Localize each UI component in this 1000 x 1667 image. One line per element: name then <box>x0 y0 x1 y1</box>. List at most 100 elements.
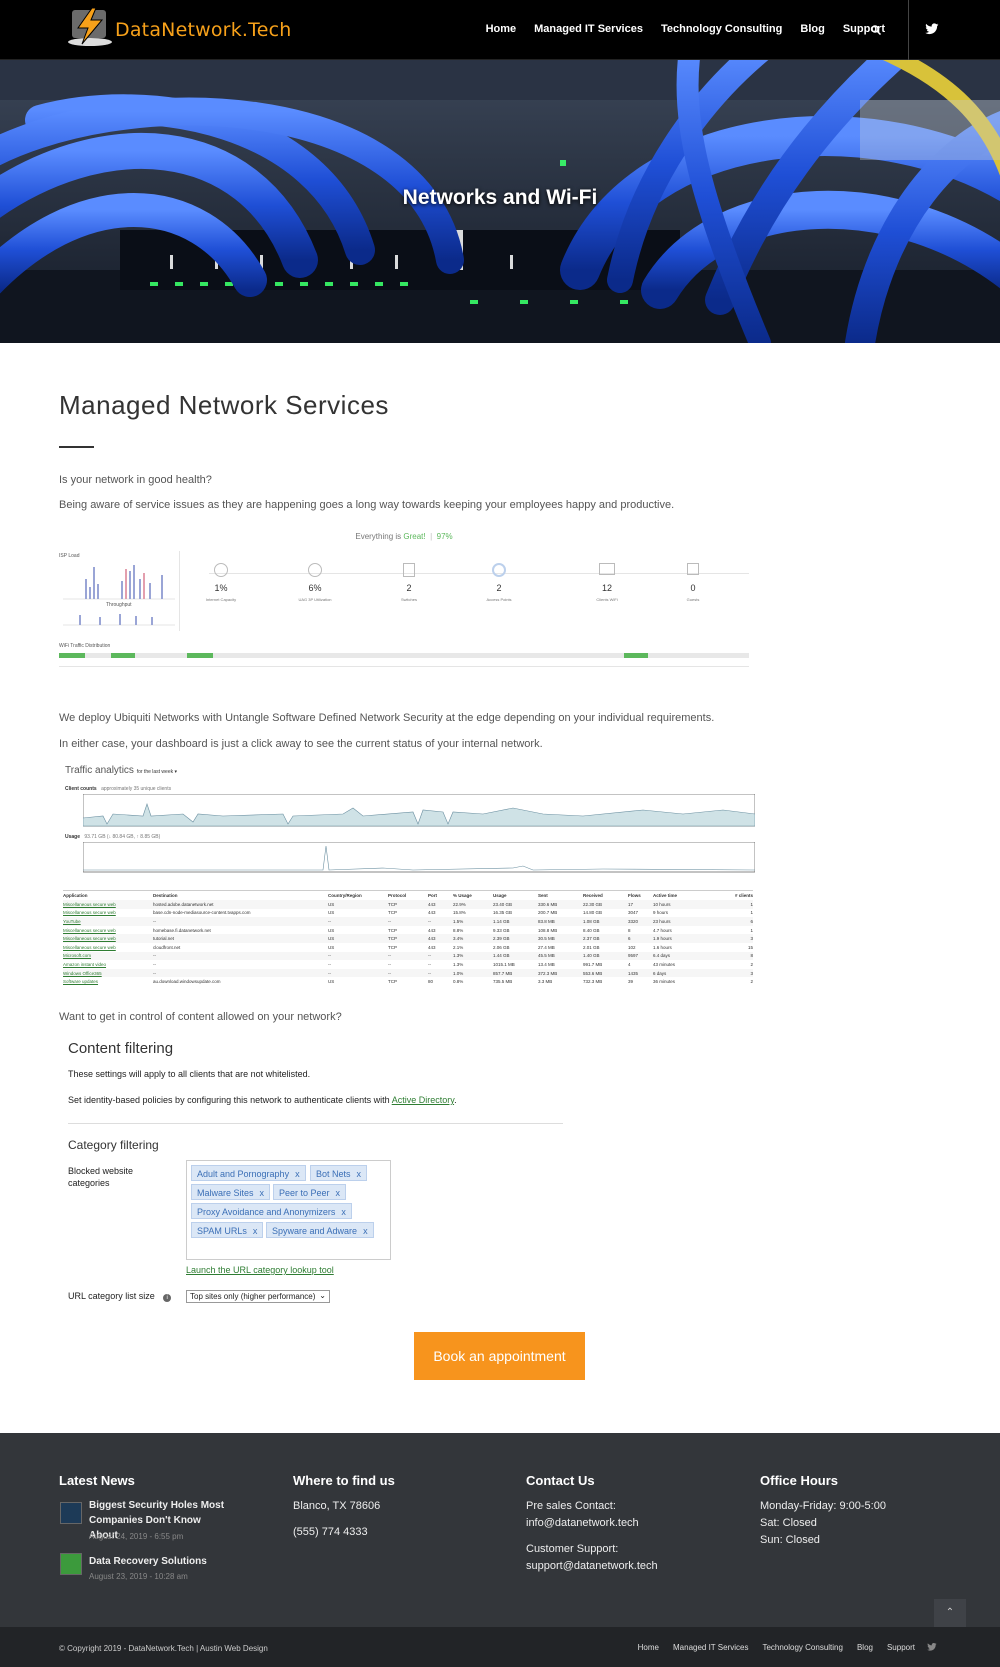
table-cell: 4.7 hours <box>653 927 672 933</box>
network-dashboard-screenshot: Everything is Great! | 97% ISP Load Thro… <box>59 525 749 680</box>
blocked-categories-label: Blocked website categories <box>68 1166 134 1188</box>
footer-nav-blog[interactable]: Blog <box>857 1643 873 1652</box>
table-cell: -- <box>428 918 431 924</box>
column-header[interactable]: Active time <box>653 891 698 900</box>
book-appointment-button[interactable]: Book an appointment <box>414 1332 585 1380</box>
table-cell: -- <box>153 970 156 976</box>
usage-label: Usage 93.71 GB (↓ 80.84 GB, ↑ 8.85 GB) <box>65 834 161 840</box>
remove-tag-icon[interactable]: x <box>341 1207 346 1217</box>
table-cell: 443 <box>428 927 436 933</box>
stat-value: 6% <box>308 583 322 593</box>
table-cell: 330.6 MB <box>538 901 558 907</box>
news-thumbnail[interactable] <box>60 1553 82 1575</box>
table-cell: 1.9 hours <box>653 936 672 942</box>
table-cell: -- <box>428 970 431 976</box>
category-tag[interactable]: Peer to Peer x <box>273 1184 347 1200</box>
nav-home[interactable]: Home <box>486 23 517 35</box>
application-link[interactable]: YouTube <box>63 917 153 926</box>
table-cell: 30.5 MB <box>538 936 555 942</box>
remove-tag-icon[interactable]: x <box>260 1188 265 1198</box>
application-link[interactable]: Software updates <box>63 977 153 986</box>
dashboard-status: Everything is Great! | 97% <box>355 532 453 541</box>
column-header[interactable]: Destination <box>153 891 328 900</box>
footer-nav-home[interactable]: Home <box>638 1643 659 1652</box>
application-link[interactable]: Miscellaneous secure web <box>63 934 153 943</box>
column-header[interactable]: Received <box>583 891 628 900</box>
url-list-size-select[interactable]: Top sites only (higher performance) ⌄ <box>186 1290 330 1303</box>
presales-email[interactable]: info@datanetwork.tech <box>526 1515 639 1532</box>
stat-guests: 0 Guests <box>673 563 713 602</box>
table-cell: 3320 <box>628 918 639 924</box>
header-divider <box>908 0 909 60</box>
twitter-icon[interactable] <box>927 1642 937 1652</box>
table-cell: 8 <box>750 953 753 959</box>
table-cell: 36 minutes <box>653 979 676 985</box>
nav-blog[interactable]: Blog <box>800 23 824 35</box>
search-icon[interactable] <box>871 25 881 35</box>
news-thumbnail[interactable] <box>60 1502 82 1524</box>
news-link[interactable]: Data Recovery Solutions <box>89 1553 207 1570</box>
support-email[interactable]: support@datanetwork.tech <box>526 1558 658 1575</box>
category-tag[interactable]: SPAM URLs x <box>191 1222 264 1238</box>
footer-nav-managed-it[interactable]: Managed IT Services <box>673 1643 748 1652</box>
category-tag[interactable]: Spyware and Adware x <box>266 1222 374 1238</box>
nav-managed-it[interactable]: Managed IT Services <box>534 23 643 35</box>
table-cell: 1.3% <box>453 961 464 967</box>
table-cell: -- <box>388 953 391 959</box>
category-tag[interactable]: Malware Sites x <box>191 1184 271 1200</box>
table-cell: 3 <box>750 970 753 976</box>
wifi-distribution-label: WiFi Traffic Distribution <box>59 643 111 649</box>
table-cell: 1.6 hours <box>653 944 672 950</box>
url-lookup-tool-link[interactable]: Launch the URL category lookup tool <box>186 1265 334 1275</box>
footer-nav-technology-consulting[interactable]: Technology Consulting <box>762 1643 843 1652</box>
remove-tag-icon[interactable]: x <box>363 1226 368 1236</box>
column-header[interactable]: Protocol <box>388 891 428 900</box>
column-header[interactable]: Sent <box>538 891 583 900</box>
brand-name[interactable]: DataNetwork.Tech <box>115 19 292 41</box>
control-question: Want to get in control of content allowe… <box>59 1011 342 1023</box>
category-tag[interactable]: Bot Nets x <box>310 1165 368 1181</box>
table-cell: hosted.adobe.datanetwork.net <box>153 901 214 907</box>
remove-tag-icon[interactable]: x <box>336 1188 341 1198</box>
column-header[interactable]: % Usage <box>453 891 493 900</box>
application-link[interactable]: Windows Office365 <box>63 969 153 978</box>
footer-nav-support[interactable]: Support <box>887 1643 915 1652</box>
column-header[interactable]: Usage <box>493 891 538 900</box>
column-header[interactable]: # clients <box>698 891 753 900</box>
application-link[interactable]: Amazon instant video <box>63 960 153 969</box>
remove-tag-icon[interactable]: x <box>295 1169 300 1179</box>
stat-label: UAG 3P Utilization <box>298 597 332 602</box>
column-header[interactable]: Country/Region <box>328 891 388 900</box>
table-cell: 443 <box>428 936 436 942</box>
table-cell: au.download.windowsupdate.com <box>153 979 221 985</box>
column-header[interactable]: Flows <box>628 891 653 900</box>
chevron-up-icon: ⌃ <box>945 1607 955 1618</box>
column-header[interactable]: Port <box>428 891 453 900</box>
application-link[interactable]: Microsoft.com <box>63 952 153 961</box>
twitter-icon[interactable] <box>925 22 939 36</box>
scroll-to-top-button[interactable]: ⌃ <box>934 1599 966 1627</box>
category-tag[interactable]: Proxy Avoidance and Anonymizers x <box>191 1203 352 1219</box>
blocked-categories-input[interactable]: Adult and Pornography x Bot Nets x Malware… <box>186 1160 391 1260</box>
traffic-title: Traffic analytics for the last week ▾ <box>65 765 178 776</box>
logo-icon[interactable] <box>62 4 116 48</box>
application-link[interactable]: Miscellaneous secure web <box>63 909 153 918</box>
application-link[interactable]: Miscellaneous secure web <box>63 900 153 909</box>
column-header[interactable]: Application <box>63 891 153 900</box>
info-icon[interactable]: i <box>163 1294 172 1302</box>
table-cell: 9 hours <box>653 910 669 916</box>
table-cell: 9597 <box>628 953 639 959</box>
table-cell: 3.3 MB <box>538 979 553 985</box>
table-cell: 13.4 MB <box>538 961 555 967</box>
table-cell: -- <box>153 961 156 967</box>
active-directory-link[interactable]: Active Directory <box>392 1095 454 1105</box>
application-link[interactable]: Miscellaneous secure web <box>63 943 153 952</box>
category-tag[interactable]: Adult and Pornography x <box>191 1165 306 1181</box>
switch-icon <box>403 563 415 577</box>
nav-technology-consulting[interactable]: Technology Consulting <box>661 23 782 35</box>
application-link[interactable]: Miscellaneous secure web <box>63 926 153 935</box>
remove-tag-icon[interactable]: x <box>253 1226 258 1236</box>
remove-tag-icon[interactable]: x <box>357 1169 362 1179</box>
table-cell: 2.1% <box>453 944 464 950</box>
table-cell: -- <box>428 953 431 959</box>
